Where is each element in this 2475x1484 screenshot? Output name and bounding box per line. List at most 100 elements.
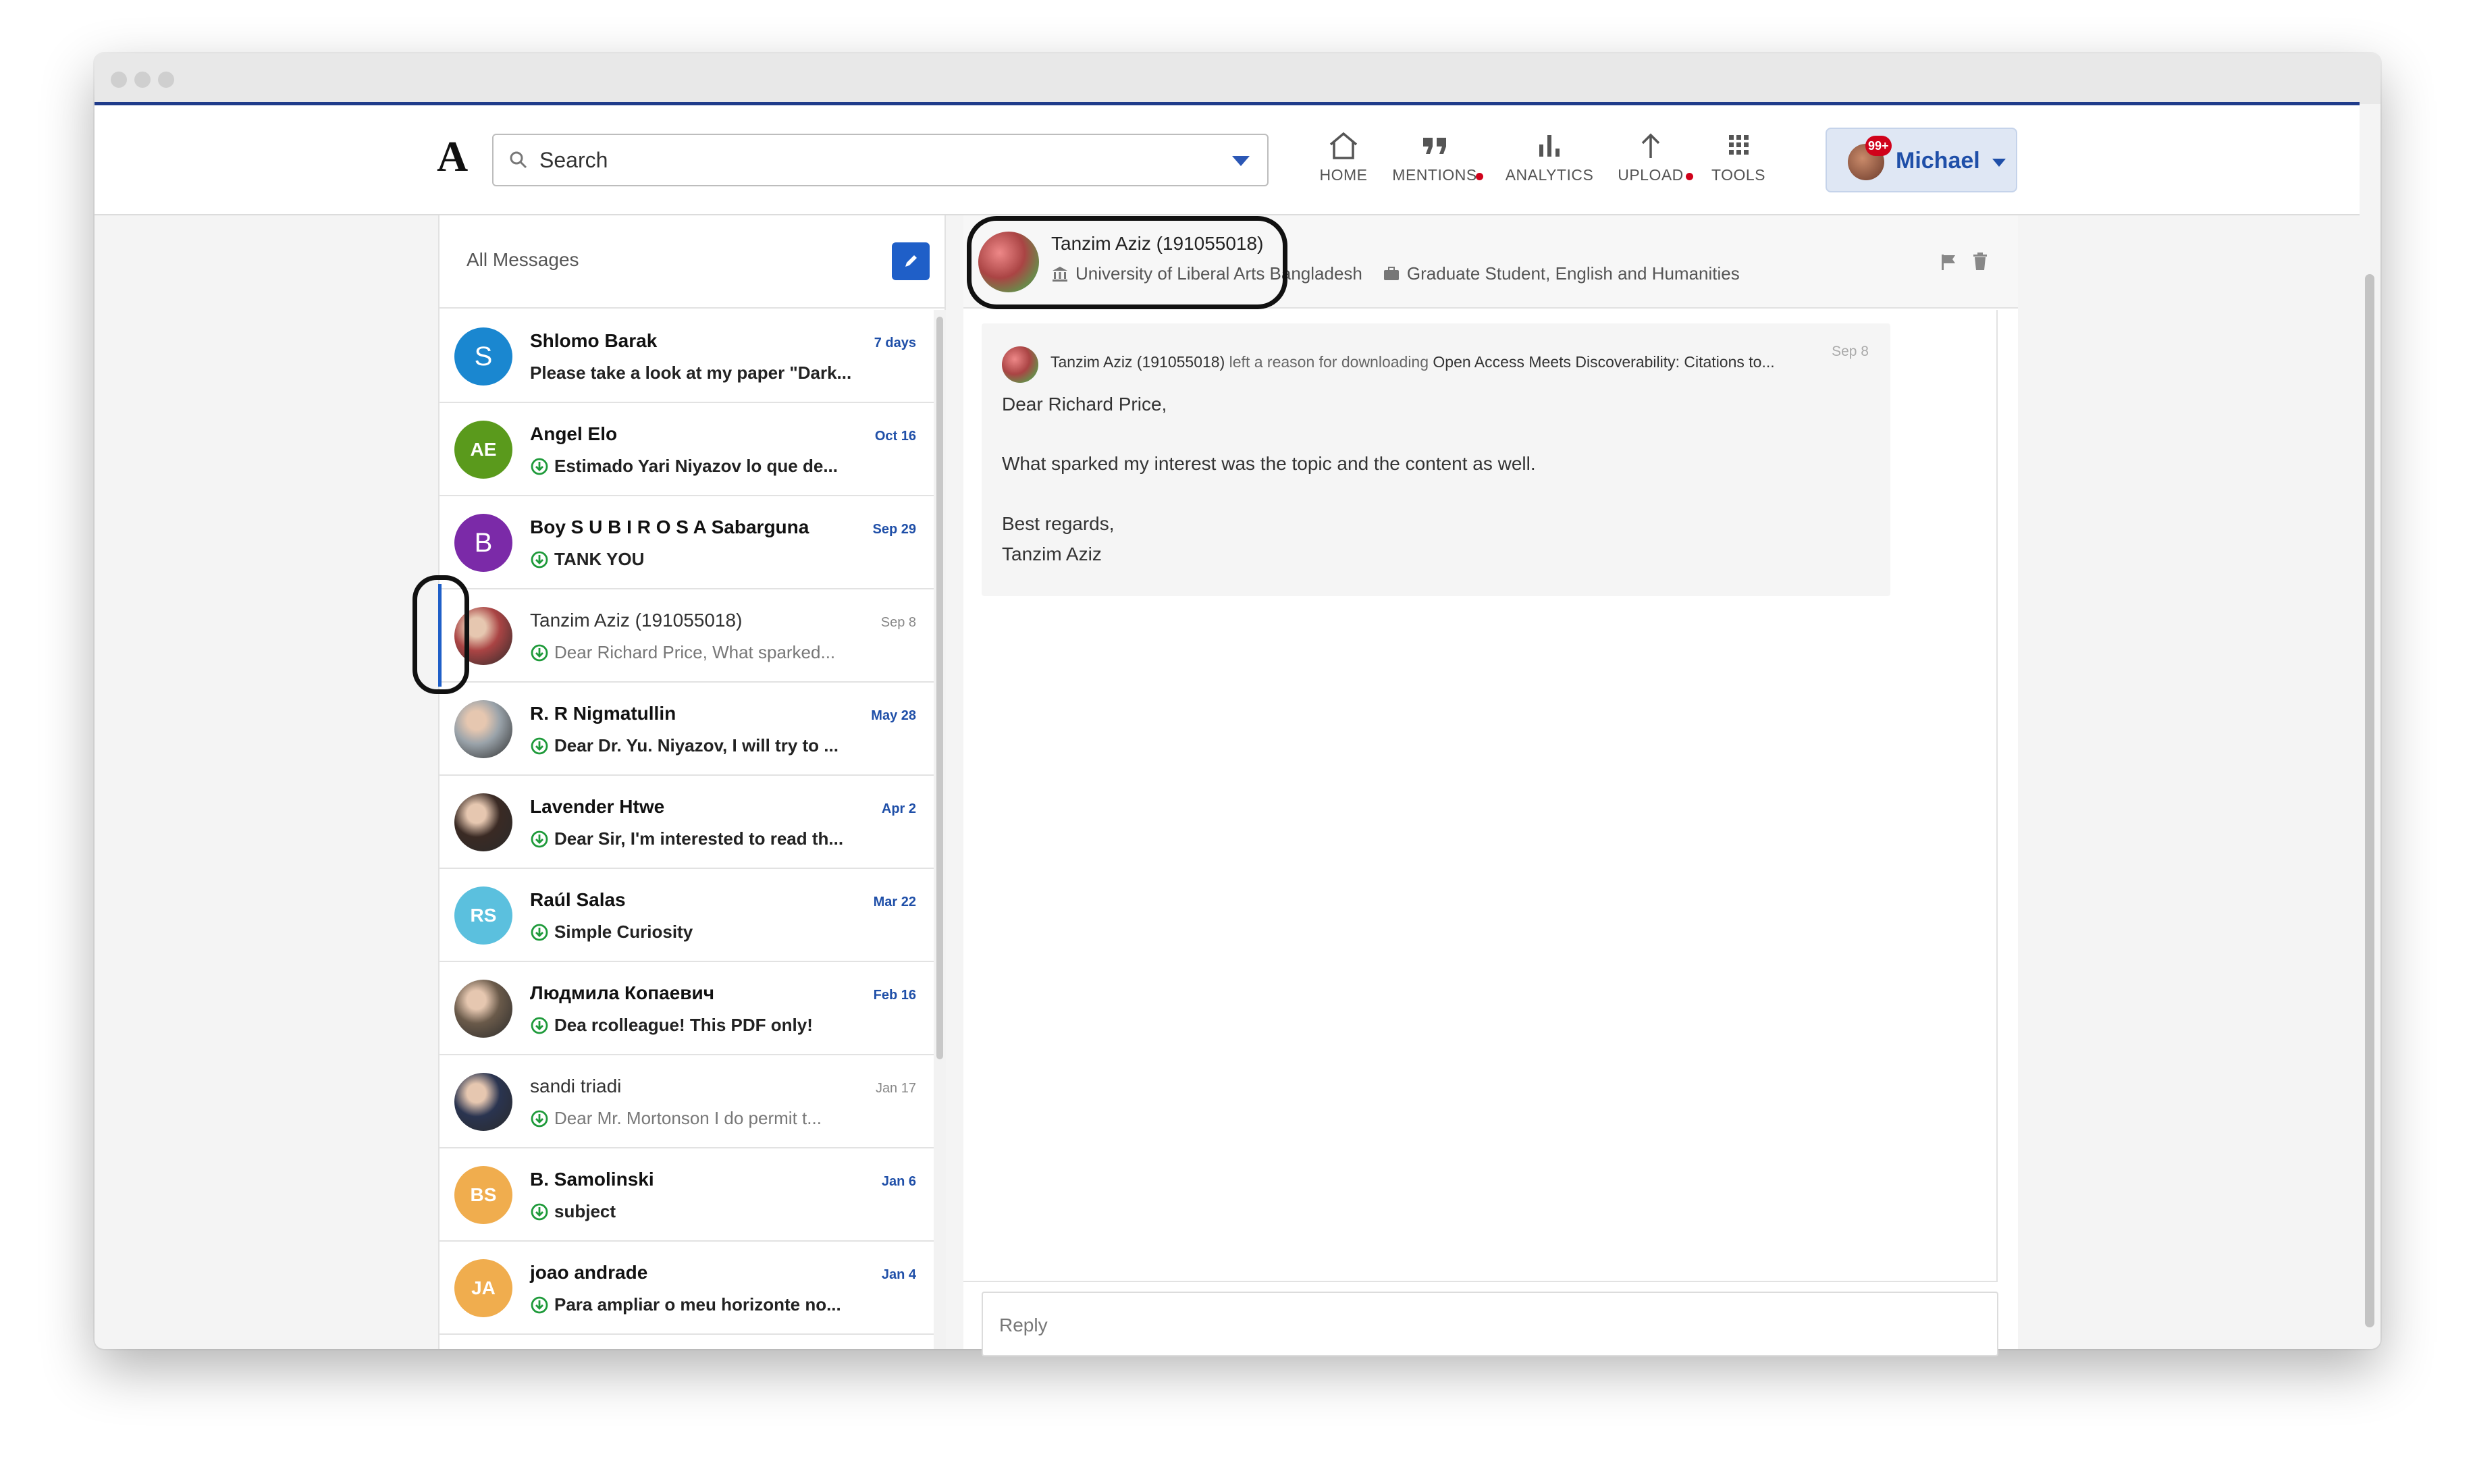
conversation-snippet-text: Dea rcolleague! This PDF only!	[554, 1015, 813, 1035]
conversation-row[interactable]: Людмила Копаевич Feb 16 Dea rcolleague! Th…	[440, 962, 934, 1055]
nav-upload-label: UPLOAD	[1618, 166, 1684, 184]
conversation-row[interactable]: RS Raúl Salas Mar 22 Simple Curiosity	[440, 869, 934, 962]
site-logo[interactable]: A	[437, 132, 468, 182]
nav-mentions[interactable]: MENTIONS	[1384, 131, 1485, 184]
bar-chart-icon	[1539, 135, 1560, 157]
inbox-title: All Messages	[467, 249, 579, 270]
flag-icon[interactable]	[1939, 253, 1958, 271]
conversation-row[interactable]: AE Angel Elo Oct 16 Estimado Yari Niyazov l…	[440, 403, 934, 496]
conversation-name: B. Samolinski	[530, 1169, 654, 1190]
trash-icon[interactable]	[1971, 251, 1989, 271]
sender-avatar	[1002, 346, 1038, 383]
download-icon	[531, 830, 548, 848]
nav-home[interactable]: HOME	[1310, 131, 1377, 184]
conversation-date: Jan 17	[875, 1081, 916, 1096]
search-dropdown-icon[interactable]	[1232, 156, 1250, 166]
avatar[interactable]: B	[454, 514, 512, 572]
reply-placeholder: Reply	[999, 1315, 1048, 1335]
conversation-row[interactable]: JA joao andrade Jan 4 Para ampliar o meu ho…	[440, 1242, 934, 1335]
conversation-snippet: Dear Richard Price, What sparked...	[530, 642, 835, 663]
user-menu-button[interactable]: 99+ Michael	[1826, 128, 2017, 192]
conversation-name: R. R Nigmatullin	[530, 703, 676, 724]
conversation-snippet-text: Please take a look at my paper "Dark...	[530, 363, 852, 383]
avatar[interactable]: AE	[454, 421, 512, 479]
message-line: Tanzim Aziz	[1002, 544, 1102, 564]
notification-badge: 99+	[1865, 136, 1892, 156]
conversation-snippet-text: Dear Dr. Yu. Niyazov, I will try to ...	[554, 735, 839, 756]
window-close-dot[interactable]	[111, 72, 127, 88]
conversation-snippet-text: Dear Mr. Mortonson I do permit t...	[554, 1108, 822, 1128]
conversation-row[interactable]: B Boy S U B I R O S A Sabarguna Sep 29 TANK…	[440, 496, 934, 589]
inbox-scrollbar[interactable]	[934, 310, 946, 1349]
reply-input[interactable]: Reply	[982, 1292, 1998, 1356]
conversation-name: Людмила Копаевич	[530, 982, 714, 1003]
pencil-icon	[905, 255, 917, 267]
conversation-name: Lavender Htwe	[530, 796, 665, 817]
conversation-row[interactable]: Tanzim Aziz (191055018) Sep 8 Dear Richard…	[440, 589, 934, 683]
nav-tools[interactable]: TOOLS	[1705, 131, 1772, 184]
sender-name[interactable]: Tanzim Aziz (191055018)	[1050, 353, 1225, 371]
highlight-oval-contact	[967, 216, 1287, 309]
conversation-date: Jan 4	[881, 1267, 916, 1282]
message-line: Best regards,	[1002, 513, 1115, 534]
avatar[interactable]	[454, 793, 512, 851]
conversation-snippet: subject	[530, 1201, 616, 1222]
nav-analytics[interactable]: ANALYTICS	[1502, 131, 1597, 184]
conversation-row[interactable]: BS B. Samolinski Jan 6 subject	[440, 1148, 934, 1242]
conversation-snippet: Dear Mr. Mortonson I do permit t...	[530, 1108, 822, 1129]
avatar[interactable]: JA	[454, 1259, 512, 1317]
contact-position: Graduate Student, English and Humanities	[1406, 263, 1740, 284]
avatar[interactable]	[454, 700, 512, 758]
conversation-snippet-text: Simple Curiosity	[554, 922, 693, 942]
conversation-snippet: Estimado Yari Niyazov lo que de...	[530, 456, 838, 477]
paper-link[interactable]: Open Access Meets Discoverability: Citat…	[1433, 353, 1774, 371]
conversation-row[interactable]: sandi triadi Jan 17 Dear Mr. Mortonson I d…	[440, 1055, 934, 1148]
window-scrollbar-thumb[interactable]	[2365, 274, 2374, 1327]
upload-notification-dot	[1686, 173, 1693, 180]
conversation-panel: Tanzim Aziz (191055018) University of Li…	[963, 215, 2018, 1356]
conversation-date: May 28	[871, 708, 916, 723]
message-line: Dear Richard Price,	[1002, 394, 1167, 415]
window-zoom-dot[interactable]	[158, 72, 174, 88]
grid-icon	[1729, 135, 1749, 155]
nav-upload[interactable]: UPLOAD	[1610, 131, 1693, 184]
inbox-header: All Messages	[440, 215, 944, 309]
compose-button[interactable]	[892, 242, 930, 280]
window-scrollbar[interactable]	[2360, 105, 2380, 1349]
conversation-row[interactable]: Lavender Htwe Apr 2 Dear Sir, I'm interest…	[440, 776, 934, 869]
page: A Search HOME MENTIONS ANALYTICS UPLOAD …	[0, 0, 2475, 1484]
quote-icon	[1423, 138, 1446, 154]
message-line: What sparked my interest was the topic a…	[1002, 453, 1536, 474]
download-icon	[531, 1203, 548, 1221]
conversation-snippet: Dear Dr. Yu. Niyazov, I will try to ...	[530, 735, 839, 756]
conversation-row[interactable]: S Shlomo Barak 7 days Please take a look at…	[440, 310, 934, 403]
download-icon	[531, 1296, 548, 1314]
conversation-date: Sep 29	[872, 522, 916, 537]
avatar[interactable]: S	[454, 327, 512, 386]
conversation-date: Jan 6	[881, 1174, 916, 1189]
inbox-panel: All Messages S Shlomo Barak 7 days Please t…	[438, 215, 946, 1349]
conversation-snippet-text: Estimado Yari Niyazov lo que de...	[554, 456, 838, 476]
conversation-date: Oct 16	[874, 429, 916, 444]
conversation-name: Tanzim Aziz (191055018)	[530, 610, 743, 631]
conversation-snippet: Dea rcolleague! This PDF only!	[530, 1015, 813, 1036]
conversation-snippet-text: subject	[554, 1201, 616, 1221]
conversation-date: Sep 8	[880, 615, 916, 630]
avatar[interactable]: BS	[454, 1166, 512, 1224]
conversation-snippet: Para ampliar o meu horizonte no...	[530, 1294, 841, 1315]
download-icon	[531, 458, 548, 475]
search-input[interactable]: Search	[492, 134, 1269, 186]
avatar[interactable]	[454, 980, 512, 1038]
upload-arrow-icon	[1641, 133, 1660, 158]
inbox-scrollbar-thumb[interactable]	[936, 317, 943, 1059]
window-titlebar	[95, 53, 2380, 104]
conversation-row[interactable]: R. R Nigmatullin May 28 Dear Dr. Yu. Niyaz…	[440, 683, 934, 776]
download-icon	[531, 737, 548, 755]
conversation-snippet: Please take a look at my paper "Dark...	[530, 363, 851, 383]
avatar[interactable]	[454, 1073, 512, 1131]
message-date: Sep 8	[1832, 344, 1869, 359]
nav-mentions-label: MENTIONS	[1392, 166, 1477, 184]
nav-home-label: HOME	[1319, 166, 1368, 184]
avatar[interactable]: RS	[454, 886, 512, 945]
window-minimize-dot[interactable]	[134, 72, 151, 88]
